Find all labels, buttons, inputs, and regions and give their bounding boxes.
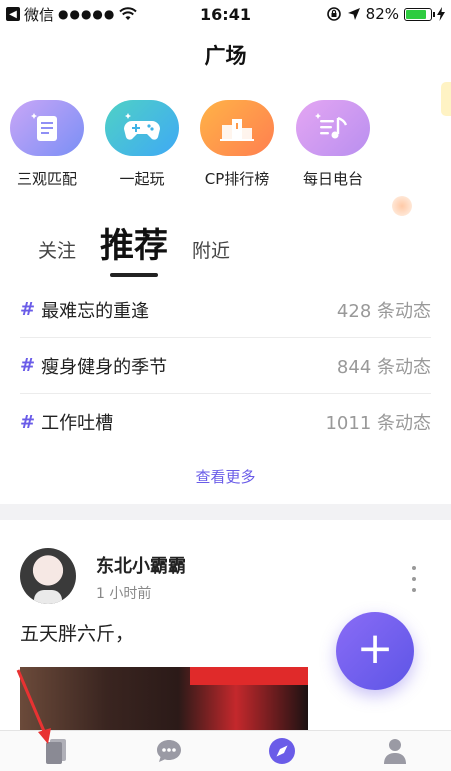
post-text: 五天胖六斤，	[20, 623, 135, 645]
page-title: 广场	[204, 44, 247, 68]
radio-music-icon	[296, 100, 370, 156]
tab-recommend[interactable]: 推荐	[100, 218, 168, 277]
hashtag-icon: #	[20, 355, 36, 376]
quick-entry-label: 每日电台	[302, 170, 363, 188]
topic-title: # 工作吐槽	[20, 409, 113, 435]
topic-name: 工作吐槽	[41, 413, 114, 434]
post-author-name[interactable]: 东北小霸霸	[96, 552, 186, 578]
quick-entry-match[interactable]: 三观匹配	[2, 100, 92, 189]
tab-nearby[interactable]: 附近	[192, 236, 230, 269]
quick-entry-radio[interactable]: 每日电台	[288, 100, 378, 189]
status-bar-right: 82%	[326, 5, 445, 23]
feed-tabs: 关注 推荐 附近	[38, 218, 230, 277]
topic-name: 瘦身健身的季节	[41, 356, 168, 378]
decor-bubble	[392, 196, 412, 216]
feed-tab[interactable]	[41, 736, 71, 766]
hashtag-icon: #	[20, 411, 36, 433]
chat-bubble-icon	[157, 740, 182, 762]
quick-entry-cp-ranking[interactable]: CP排行榜	[192, 100, 282, 189]
create-post-button[interactable]: +	[336, 612, 414, 690]
status-bar-left: ◀ 微信 ●●●●●	[0, 4, 170, 25]
see-more-link[interactable]: 查看更多	[0, 466, 451, 487]
profile-tab[interactable]	[380, 736, 410, 766]
wifi-icon	[119, 7, 138, 20]
post-timestamp: 1 小时前	[96, 586, 152, 602]
cards-icon	[46, 739, 67, 764]
back-arrow-icon[interactable]: ◀	[6, 7, 20, 21]
battery-percent: 82%	[365, 5, 399, 23]
post-image[interactable]	[20, 667, 308, 737]
quick-entry-row: 三观匹配 一起玩 CP排行榜 每日电台	[0, 100, 451, 216]
more-options-icon[interactable]	[408, 566, 420, 592]
checklist-icon	[10, 100, 84, 156]
battery-icon	[404, 7, 435, 21]
tab-follow[interactable]: 关注	[38, 236, 76, 269]
charging-bolt-icon	[437, 7, 445, 21]
topic-count: 428 条动态	[336, 300, 431, 322]
battery-level-fill	[406, 9, 426, 19]
topic-title: # 最难忘的重逢	[20, 297, 149, 323]
hashtag-icon: #	[20, 299, 36, 320]
person-icon	[383, 739, 406, 764]
bottom-tab-bar	[0, 730, 451, 771]
signal-icon: ●●●●●	[58, 7, 116, 21]
topic-name: 最难忘的重逢	[41, 300, 150, 322]
quick-entry-label: 一起玩	[119, 170, 165, 188]
messages-tab[interactable]	[154, 736, 184, 766]
rotation-lock-icon	[326, 7, 341, 21]
status-bar: ◀ 微信 ●●●●● 16:41 82%	[0, 0, 451, 28]
quick-entry-play[interactable]: 一起玩	[97, 100, 187, 189]
topic-row[interactable]: # 最难忘的重逢 428 条动态	[20, 282, 431, 338]
topic-list: # 最难忘的重逢 428 条动态 # 瘦身健身的季节 844 条动态 # 工作吐…	[20, 282, 431, 450]
avatar[interactable]	[20, 548, 76, 604]
gamepad-icon	[105, 100, 179, 156]
topic-title: # 瘦身健身的季节	[20, 353, 167, 379]
plus-icon: +	[356, 623, 394, 674]
topic-row[interactable]: # 工作吐槽 1011 条动态	[20, 394, 431, 450]
topic-row[interactable]: # 瘦身健身的季节 844 条动态	[20, 338, 431, 394]
location-arrow-icon	[347, 8, 360, 20]
podium-icon	[200, 100, 274, 156]
quick-entry-label: 三观匹配	[16, 170, 77, 188]
section-divider	[0, 504, 451, 520]
discover-tab[interactable]	[267, 736, 297, 766]
topic-count: 844 条动态	[336, 356, 431, 378]
compass-icon	[268, 738, 295, 764]
back-app-label[interactable]: 微信	[24, 4, 54, 25]
quick-entry-label: CP排行榜	[204, 170, 270, 188]
topic-count: 1011 条动态	[325, 413, 431, 434]
